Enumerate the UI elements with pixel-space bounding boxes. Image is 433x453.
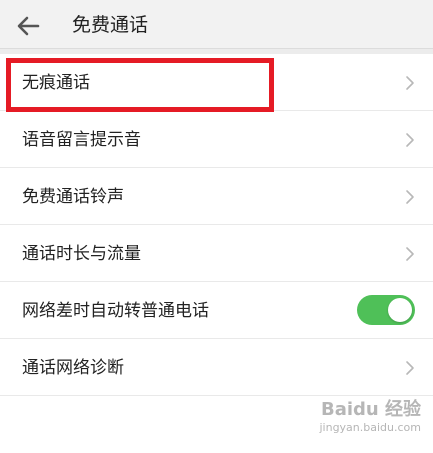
setting-row-ringtone[interactable]: 免费通话铃声 xyxy=(0,168,433,225)
auto-switch-toggle[interactable] xyxy=(357,295,415,325)
chevron-right-icon xyxy=(406,361,414,375)
setting-label: 网络差时自动转普通电话 xyxy=(22,301,209,321)
setting-label: 免费通话铃声 xyxy=(22,187,124,207)
arrow-left-icon xyxy=(17,16,40,36)
watermark-url: jingyan.baidu.com xyxy=(319,421,421,434)
setting-row-auto-switch: 网络差时自动转普通电话 xyxy=(0,282,433,339)
watermark-brand: Baidu 经验 xyxy=(320,399,421,420)
app-header: 免费通话 xyxy=(0,0,433,49)
chevron-right-icon xyxy=(406,133,414,147)
chevron-right-icon xyxy=(406,247,414,261)
chevron-right-icon xyxy=(406,190,414,204)
watermark: Baidu 经验 jingyan.baidu.com xyxy=(301,395,421,443)
setting-row-network-diagnosis[interactable]: 通话网络诊断 xyxy=(0,339,433,396)
back-button[interactable] xyxy=(12,10,44,42)
setting-label: 通话时长与流量 xyxy=(22,244,141,264)
setting-row-voicemail-tone[interactable]: 语音留言提示音 xyxy=(0,111,433,168)
page-title: 免费通话 xyxy=(72,14,149,36)
toggle-knob xyxy=(388,298,412,322)
setting-row-duration-traffic[interactable]: 通话时长与流量 xyxy=(0,225,433,282)
setting-label: 无痕通话 xyxy=(22,73,90,93)
setting-label: 语音留言提示音 xyxy=(22,130,141,150)
setting-label: 通话网络诊断 xyxy=(22,358,124,378)
setting-row-traceless-call[interactable]: 无痕通话 xyxy=(0,54,433,111)
chevron-right-icon xyxy=(406,76,414,90)
settings-list: 无痕通话 语音留言提示音 免费通话铃声 通话时长与流量 网络差时自动转普通电话 … xyxy=(0,54,433,396)
